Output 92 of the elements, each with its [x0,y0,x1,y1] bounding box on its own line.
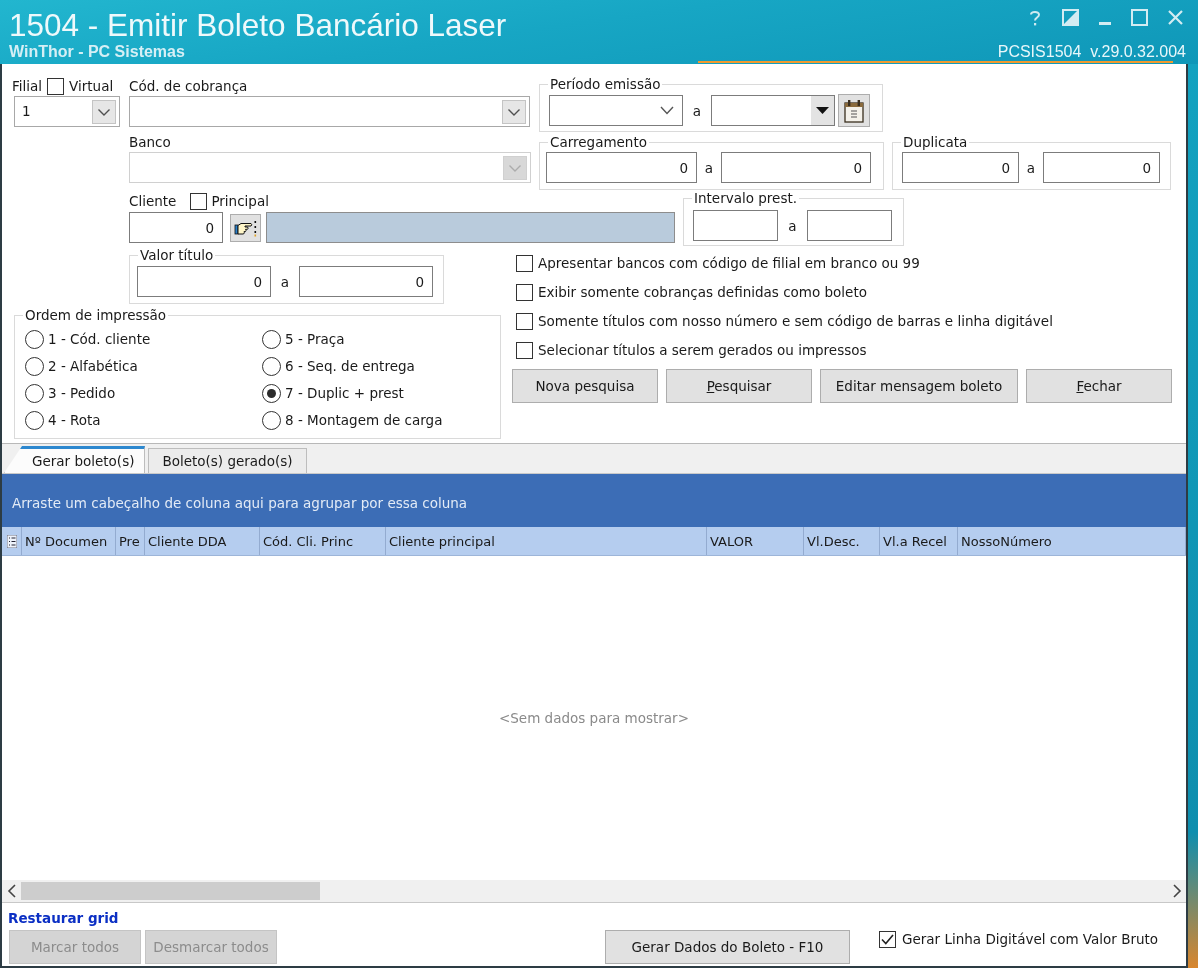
checkbox[interactable] [879,931,896,948]
window-title: 1504 - Emitir Boleto Bancário Laser [9,7,507,43]
group-by-panel: Arraste um cabeçalho de coluna aqui para agrupar por essa coluna [2,474,1186,527]
action-button[interactable]: Editar mensagem boleto [820,369,1018,403]
group-label: Ordem de impressão [23,307,169,324]
column-header[interactable]: Vl.Desc. [804,527,880,555]
checkbox-label: Principal [211,192,269,210]
radio-button[interactable] [25,384,44,403]
date-field[interactable] [711,95,835,126]
range-separator: a [787,217,798,234]
empty-message: <Sem dados para mostrar> [499,710,689,726]
radio-button[interactable] [262,411,281,430]
field-label: Banco [129,133,171,151]
lookup-button[interactable] [230,213,261,242]
checkbox-label: Apresentar bancos com código de filial em branco ou 99 [538,255,920,272]
input-field[interactable]: 0 [129,212,223,243]
group-label: Carregamento [548,134,649,151]
checkbox[interactable] [516,342,533,359]
input-field[interactable] [693,210,778,241]
calendar-button[interactable] [838,94,870,127]
tab[interactable]: Boleto(s) gerado(s) [148,448,307,473]
input-field[interactable]: 0 [137,266,271,297]
radio-button[interactable] [262,357,281,376]
version-label: PCSIS1504 v.29.0.32.004 [997,43,1186,61]
field-label: Cliente [129,192,177,210]
radio-label: 5 - Praça [285,331,345,348]
column-header[interactable]: Cód. Cli. Princ [260,527,386,555]
input-field[interactable]: 0 [299,266,433,297]
checkbox[interactable] [47,77,65,95]
checkbox[interactable] [516,313,533,330]
action-button[interactable]: Nova pesquisa [512,369,658,403]
select-field[interactable] [129,96,530,127]
radio-button[interactable] [25,411,44,430]
radio-button[interactable] [262,330,281,349]
app-subtitle: WinThor - PC Sistemas [9,43,185,61]
range-separator: a [279,273,291,290]
chevron-right-icon[interactable] [1172,884,1182,898]
radio-label: 8 - Montagem de carga [285,412,443,429]
tab[interactable]: Gerar boleto(s) [4,446,146,473]
range-separator: a [1025,159,1037,176]
field-label: Filial [12,77,43,95]
group-label: Intervalo prest. [692,190,799,207]
pointing-hand-icon [234,218,257,237]
chevron-left-icon[interactable] [7,884,17,898]
date-field[interactable] [549,95,683,126]
generate-button[interactable]: Gerar Dados do Boleto - F10 [605,930,850,964]
scrollbar-thumb[interactable] [21,882,320,900]
radio-label: 4 - Rota [48,412,101,429]
radio-button[interactable] [262,384,281,403]
radio-button[interactable] [25,357,44,376]
radio-label: 1 - Cód. cliente [48,331,151,348]
restore-grid-link[interactable]: Restaurar grid [8,908,119,928]
column-header[interactable]: VALOR [707,527,804,555]
calendar-icon [843,98,865,123]
checkbox[interactable] [516,284,533,301]
column-header[interactable]: Vl.a Recel [880,527,958,555]
select-field[interactable]: 1 [14,96,120,127]
radio-label: 6 - Seq. de entrega [285,358,415,375]
column-header[interactable]: Cliente principal [386,527,707,555]
radio-label: 7 - Duplic + prest [285,385,404,402]
chevron-down-icon[interactable] [660,106,674,115]
checkbox[interactable] [516,255,533,272]
input-field[interactable]: 0 [546,152,697,183]
radio-button[interactable] [25,330,44,349]
checkbox-label: Somente títulos com nosso número e sem código de barras e linha digitável [538,313,1053,330]
input-field[interactable]: 0 [902,152,1019,183]
input-field[interactable]: 0 [721,152,871,183]
checkbox-label: Selecionar títulos a serem gerados ou impressos [538,342,867,359]
action-button[interactable]: Fechar [1026,369,1172,403]
input-field[interactable] [807,210,892,241]
column-header[interactable]: Pre [116,527,145,555]
column-header[interactable]: NossoNúmero [958,527,1186,555]
checkbox-label: Gerar Linha Digitável com Valor Bruto [902,931,1159,948]
caret-down-icon[interactable] [811,96,834,125]
checkmark-icon [881,934,894,945]
checkbox-label: Exibir somente cobranças definidas como boleto [538,284,867,301]
half-filled-square-icon[interactable] [1062,9,1079,26]
list-icon[interactable] [6,534,17,548]
maximize-icon[interactable] [1131,9,1148,26]
checkbox-label: Virtual [69,77,114,95]
radio-label: 2 - Alfabética [48,358,138,375]
range-separator: a [691,102,703,119]
field-label: Cód. de cobrança [129,77,248,95]
input-field[interactable]: 0 [1043,152,1160,183]
radio-label: 3 - Pedido [48,385,116,402]
action-button[interactable]: Pesquisar [666,369,812,403]
close-icon[interactable] [1167,9,1184,26]
range-separator: a [703,159,715,176]
checkbox[interactable] [190,192,208,210]
group-label: Duplicata [901,134,970,151]
column-header[interactable]: Cliente DDA [145,527,260,555]
column-header[interactable]: Nº Documen [22,527,116,555]
